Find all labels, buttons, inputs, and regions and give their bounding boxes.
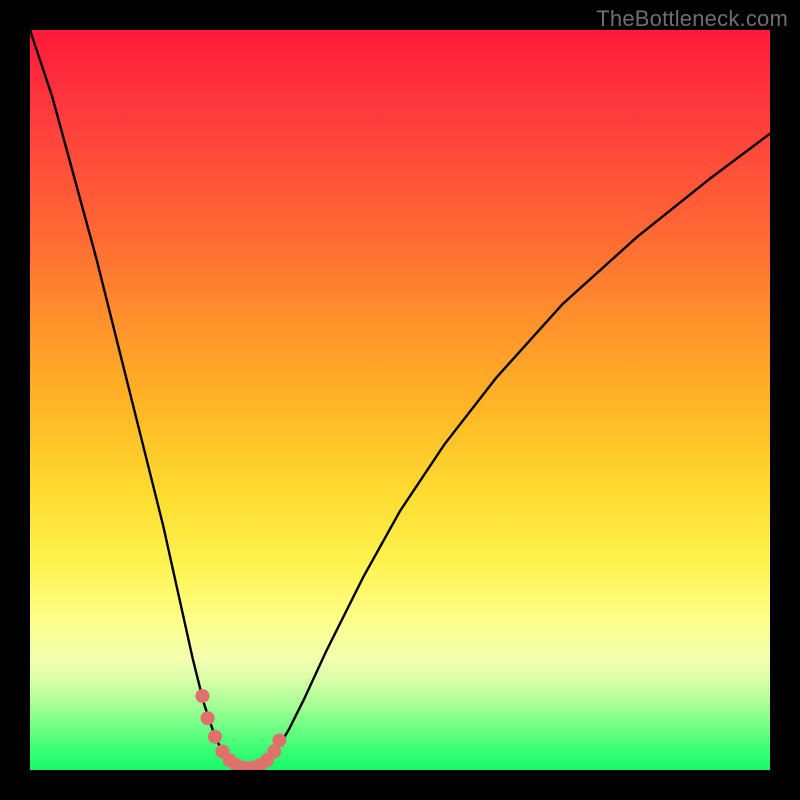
marker-dot [208, 730, 222, 744]
marker-dot [201, 711, 215, 725]
watermark-text: TheBottleneck.com [596, 6, 788, 32]
curve-line [30, 30, 770, 768]
chart-plot-area [30, 30, 770, 770]
outer-frame: TheBottleneck.com [0, 0, 800, 800]
marker-dot [195, 689, 209, 703]
curve-markers [195, 689, 286, 770]
bottleneck-curve [30, 30, 770, 770]
marker-dot [272, 733, 286, 747]
